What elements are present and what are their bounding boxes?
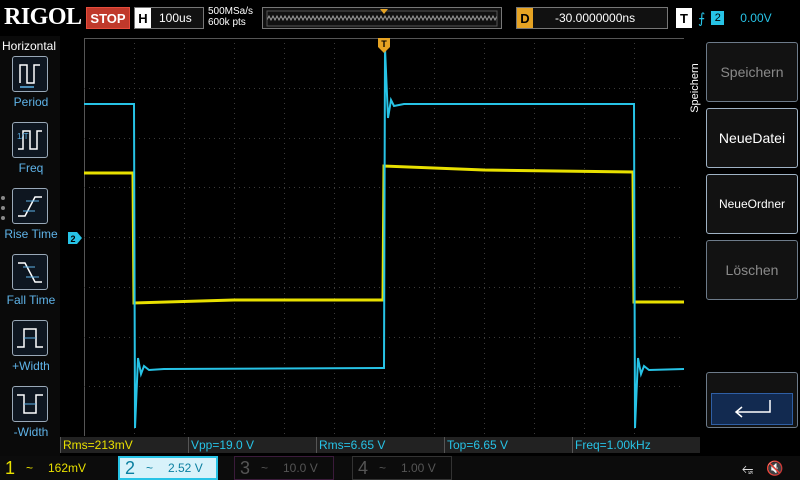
delay-display[interactable]: D -30.0000000ns: [516, 7, 668, 29]
timebase-value: 100us: [159, 11, 192, 25]
measurement-ch2-top[interactable]: Top=6.65 V: [444, 437, 572, 453]
rise-time-icon: [12, 188, 48, 224]
trigger-key: T: [676, 8, 692, 28]
measurement-bar: Rms=213mV Vpp=19.0 V Rms=6.65 V Top=6.65…: [60, 437, 700, 453]
top-status-bar: RIGOL STOP H 100us 500MSa/s 600k pts D -…: [0, 0, 800, 36]
trigger-marker-label: T: [381, 39, 387, 49]
memory-depth: 600k pts: [208, 17, 246, 28]
brand-logo: RIGOL: [4, 4, 82, 30]
channel-1-scale: 162mV: [48, 461, 87, 475]
delay-key: D: [517, 8, 533, 28]
measure-fall-time-button[interactable]: Fall Time: [3, 254, 59, 316]
measure-freq-label: Freq: [18, 161, 44, 175]
channel-2-scale: 2.52 V: [168, 461, 203, 475]
new-file-button[interactable]: NeueDatei: [706, 108, 798, 168]
channel-2-offset-label: 2: [70, 234, 75, 244]
rising-edge-icon: ⨍: [698, 9, 706, 26]
fall-time-icon: [12, 254, 48, 290]
trigger-display[interactable]: T ⨍ 2 0.00V: [676, 7, 798, 29]
freq-icon: 1/T: [12, 122, 48, 158]
measure-pos-width-label: +Width: [12, 359, 50, 373]
timebase-key: H: [135, 8, 151, 28]
ac-coupling-icon: ~: [379, 461, 387, 475]
channel-3-status[interactable]: 3 ~ 10.0 V: [234, 456, 334, 480]
pos-width-icon: [12, 320, 48, 356]
channel-2-number: 2: [124, 457, 135, 478]
measure-period-button[interactable]: Period: [3, 56, 59, 118]
trigger-position-marker: T: [378, 38, 390, 53]
trigger-level: 0.00V: [740, 11, 772, 25]
measure-rise-time-label: Rise Time: [4, 227, 58, 241]
run-stop-indicator[interactable]: STOP: [86, 7, 130, 29]
channel-3-scale: 10.0 V: [283, 461, 318, 475]
menu-title: Speichern: [688, 42, 704, 142]
waveform-display[interactable]: [84, 38, 684, 436]
measure-period-label: Period: [13, 95, 49, 109]
panel-title: Horizontal: [2, 39, 57, 53]
enter-button[interactable]: [706, 372, 798, 428]
channel-1-status[interactable]: 1 ~ 162mV: [0, 456, 110, 480]
channel-4-status[interactable]: 4 ~ 1.00 V: [352, 456, 452, 480]
ac-coupling-icon: ~: [146, 461, 154, 475]
channel-4-number: 4: [357, 457, 368, 478]
acquisition-info: 500MSa/s 600k pts: [208, 6, 253, 28]
channel-2-offset-marker[interactable]: 2: [68, 232, 82, 244]
delay-value: -30.0000000ns: [555, 11, 636, 25]
menu-title-text: Speichern: [689, 63, 701, 113]
save-button[interactable]: Speichern: [706, 42, 798, 102]
channel-4-scale: 1.00 V: [401, 461, 436, 475]
memory-overview-bar[interactable]: [262, 7, 502, 29]
channel-1-number: 1: [4, 457, 15, 478]
measurement-ch2-freq[interactable]: Freq=1.00kHz: [572, 437, 700, 453]
new-folder-button[interactable]: NeueOrdner: [706, 174, 798, 234]
channel-3-number: 3: [239, 457, 250, 478]
period-icon: [12, 56, 48, 92]
ac-coupling-icon: ~: [261, 461, 269, 475]
speaker-muted-icon[interactable]: 🔇: [766, 460, 783, 477]
channel-2-status[interactable]: 2 ~ 2.52 V: [118, 456, 218, 480]
timebase-display[interactable]: H 100us: [134, 7, 204, 29]
measure-pos-width-button[interactable]: +Width: [3, 320, 59, 382]
trigger-source: 2: [711, 11, 725, 25]
measure-rise-time-button[interactable]: Rise Time: [3, 188, 59, 250]
measure-freq-button[interactable]: 1/T Freq: [3, 122, 59, 184]
measurement-ch2-rms[interactable]: Rms=6.65 V: [316, 437, 444, 453]
horizontal-measure-panel: Horizontal Period 1/T Freq Rise Time Fal…: [0, 36, 60, 456]
channel-status-bar: 1 ~ 162mV 2 ~ 2.52 V 3 ~ 10.0 V 4 ~ 1.00…: [0, 456, 800, 480]
measure-neg-width-label: -Width: [13, 425, 49, 439]
measurement-ch1-rms[interactable]: Rms=213mV: [60, 437, 188, 453]
measure-fall-time-label: Fall Time: [6, 293, 56, 307]
delete-button[interactable]: Löschen: [706, 240, 798, 300]
ac-coupling-icon: ~: [26, 461, 34, 475]
sample-rate: 500MSa/s: [208, 6, 254, 17]
memory-overview-waveform: [266, 9, 498, 27]
measure-neg-width-button[interactable]: -Width: [3, 386, 59, 448]
svg-text:1/T: 1/T: [17, 132, 29, 141]
usb-icon: ⭂: [742, 460, 754, 476]
measurement-ch2-vpp[interactable]: Vpp=19.0 V: [188, 437, 316, 453]
enter-icon: [711, 393, 793, 425]
save-menu-panel: Speichern Speichern NeueDatei NeueOrdner…: [686, 36, 800, 456]
neg-width-icon: [12, 386, 48, 422]
